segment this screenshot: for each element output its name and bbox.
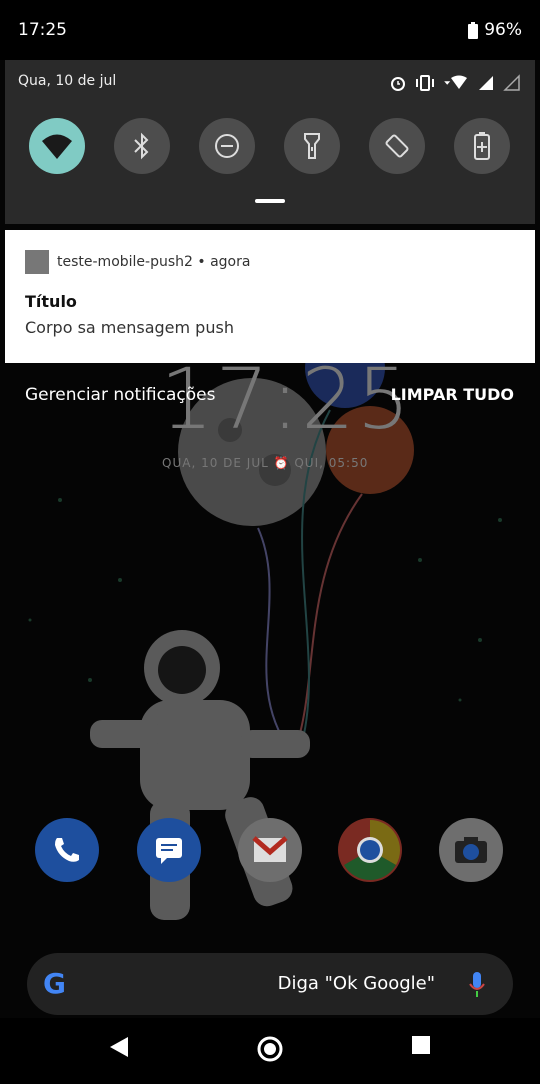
- gmail-app[interactable]: [238, 818, 302, 882]
- clear-all-button[interactable]: LIMPAR TUDO: [391, 385, 514, 404]
- wifi-signal-icon: [444, 75, 467, 89]
- search-hint: Diga "Ok Google": [277, 973, 435, 994]
- auto-rotate-tile[interactable]: [369, 118, 425, 174]
- auto-rotate-icon: [385, 134, 409, 158]
- flashlight-icon: [304, 133, 320, 159]
- manage-notifications-button[interactable]: Gerenciar notificações: [25, 385, 215, 405]
- camera-icon: [455, 837, 487, 863]
- battery-saver-tile[interactable]: [454, 118, 510, 174]
- cell-signal-icon: [479, 76, 493, 90]
- home-icon[interactable]: [256, 1035, 284, 1063]
- status-time: 17:25: [18, 20, 67, 40]
- notification-title: Título: [25, 292, 77, 311]
- notification-header: teste-mobile-push2 • agora: [57, 254, 250, 270]
- navigation-bar: [0, 1018, 540, 1080]
- bluetooth-tile[interactable]: [114, 118, 170, 174]
- qs-date[interactable]: Qua, 10 de jul: [18, 73, 116, 89]
- messages-app[interactable]: [137, 818, 201, 882]
- google-g-icon: G: [43, 967, 66, 1000]
- app-icon: [25, 250, 49, 274]
- notification-app-name: teste-mobile-push2: [57, 254, 193, 270]
- camera-app[interactable]: [439, 818, 503, 882]
- push-notification[interactable]: teste-mobile-push2 • agora Título Corpo …: [5, 230, 535, 363]
- do-not-disturb-tile[interactable]: [199, 118, 255, 174]
- mic-icon[interactable]: [467, 970, 487, 1000]
- bluetooth-icon: [134, 132, 149, 160]
- wifi-icon: [42, 134, 72, 159]
- phone-icon: [55, 838, 79, 862]
- notification-time: agora: [210, 254, 251, 270]
- do-not-disturb-icon: [215, 134, 239, 158]
- messages-icon: [156, 838, 182, 864]
- battery-icon: [468, 21, 479, 39]
- expand-handle[interactable]: [255, 199, 285, 203]
- chrome-app[interactable]: [338, 818, 402, 882]
- battery-percent: 96%: [484, 20, 522, 40]
- flashlight-tile[interactable]: [284, 118, 340, 174]
- wifi-tile[interactable]: [29, 118, 85, 174]
- chrome-icon: [344, 820, 401, 881]
- cell-signal-2-icon: [503, 74, 520, 91]
- quick-settings-panel: Qua, 10 de jul: [5, 60, 535, 224]
- notification-body: Corpo sa mensagem push: [25, 318, 234, 337]
- lockscreen-date-alarm: QUA, 10 DE JUL ⏰ QUI, 05:50: [162, 456, 369, 470]
- google-search-bar[interactable]: G Diga "Ok Google": [27, 953, 513, 1015]
- phone-app[interactable]: [35, 818, 99, 882]
- recents-icon[interactable]: [411, 1035, 431, 1055]
- alarm-icon: [391, 77, 405, 91]
- vibrate-icon: [416, 75, 434, 91]
- battery-saver-icon: [474, 132, 490, 160]
- qs-status-icons: [389, 74, 521, 92]
- gmail-icon: [252, 836, 288, 862]
- status-bar: 17:25 96%: [0, 0, 540, 60]
- back-icon[interactable]: [108, 1035, 130, 1059]
- notification-separator: •: [197, 254, 206, 270]
- battery-indicator: 96%: [468, 20, 522, 40]
